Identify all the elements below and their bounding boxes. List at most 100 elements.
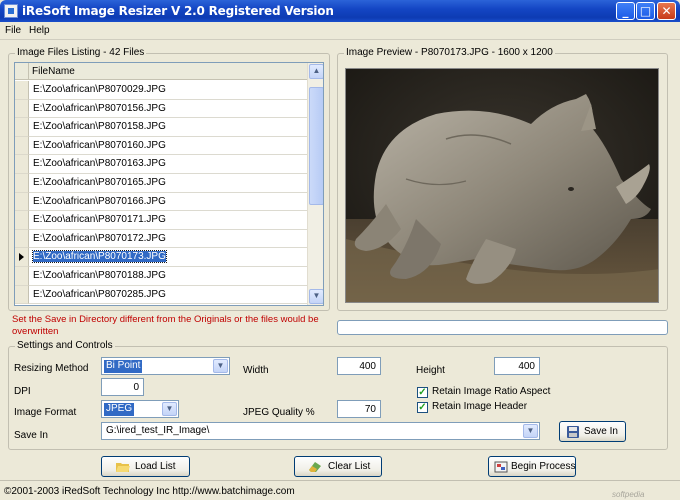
file-list-group-label: Image Files Listing - 42 Files <box>15 47 147 58</box>
chevron-down-icon[interactable]: ▼ <box>162 402 177 416</box>
filename-text: E:\Zoo\african\P8070173.JPG <box>32 250 167 264</box>
filename-cell[interactable]: E:\Zoo\african\P8070166.JPG <box>29 193 307 212</box>
filename-text: E:\Zoo\african\P8070029.JPG <box>33 84 166 95</box>
filename-text: E:\Zoo\african\P8070158.JPG <box>33 121 166 133</box>
retain-ratio-label: Retain Image Ratio Aspect <box>432 386 551 397</box>
chevron-down-icon[interactable]: ▼ <box>213 359 228 373</box>
image-preview <box>345 68 659 303</box>
width-label: Width <box>243 365 269 376</box>
list-scrollbar[interactable]: ▲ ▼ <box>307 63 323 305</box>
table-row[interactable]: E:\Zoo\african\P8070285.JPG <box>15 285 307 305</box>
jpeg-quality-field[interactable]: 70 <box>337 400 381 418</box>
table-row[interactable]: E:\Zoo\african\P8070029.JPG <box>15 81 307 100</box>
row-indicator[interactable] <box>15 155 29 174</box>
filename-cell[interactable]: E:\Zoo\african\P8070188.JPG <box>29 267 307 286</box>
filename-text: E:\Zoo\african\P8070165.JPG <box>33 176 166 188</box>
load-list-label: Load List <box>135 461 176 472</box>
scroll-down-icon[interactable]: ▼ <box>309 289 323 304</box>
folder-open-icon <box>116 463 130 472</box>
window-title: iReSoft Image Resizer V 2.0 Registered V… <box>22 4 334 18</box>
filename-cell[interactable]: E:\Zoo\african\P8070156.JPG <box>29 100 307 119</box>
scroll-up-icon[interactable]: ▲ <box>309 64 323 79</box>
row-indicator[interactable] <box>15 211 29 230</box>
save-in-value: G:\ired_test_IR_Image\ <box>106 425 210 436</box>
minimize-button[interactable]: _ <box>616 2 635 20</box>
watermark: softpedia <box>612 490 645 499</box>
menu-file[interactable]: File <box>5 25 21 36</box>
filename-text: E:\Zoo\african\P8070156.JPG <box>33 102 166 114</box>
row-pointer-icon <box>19 253 24 262</box>
image-format-select[interactable]: JPEG ▼ <box>101 400 179 418</box>
filename-cell[interactable]: E:\Zoo\african\P8070173.JPG <box>29 248 307 267</box>
load-list-button[interactable]: Load List <box>101 456 190 477</box>
row-indicator[interactable] <box>15 229 29 249</box>
table-row[interactable]: E:\Zoo\african\P8070171.JPG <box>15 211 307 230</box>
filename-cell[interactable]: E:\Zoo\african\P8070172.JPG <box>29 230 307 249</box>
clear-list-button[interactable]: Clear List <box>294 456 382 477</box>
image-format-value: JPEG <box>104 403 135 416</box>
width-field[interactable]: 400 <box>337 357 381 375</box>
table-row[interactable]: E:\Zoo\african\P8070158.JPG <box>15 118 307 137</box>
row-indicator[interactable] <box>15 99 29 119</box>
filename-cell[interactable]: E:\Zoo\african\P8070165.JPG <box>29 174 307 193</box>
table-row[interactable]: E:\Zoo\african\P8070163.JPG <box>15 155 307 174</box>
process-gear-icon <box>494 461 508 473</box>
table-row[interactable]: E:\Zoo\african\P8070156.JPG <box>15 99 307 119</box>
floppy-disk-icon <box>567 426 579 438</box>
filename-text: E:\Zoo\african\P8070172.JPG <box>33 232 166 244</box>
filename-cell[interactable]: E:\Zoo\african\P8070285.JPG <box>29 286 307 305</box>
retain-header-checkbox[interactable]: ✓ <box>417 402 428 413</box>
resizing-method-value: Bi Point <box>104 360 143 373</box>
row-indicator[interactable] <box>15 192 29 212</box>
filename-text: E:\Zoo\african\P8070188.JPG <box>33 269 166 281</box>
close-button[interactable]: ✕ <box>657 2 676 20</box>
maximize-button[interactable]: □ <box>636 2 655 20</box>
chevron-down-icon[interactable]: ▼ <box>523 424 538 438</box>
resizing-method-select[interactable]: Bi Point ▼ <box>101 357 230 375</box>
image-format-label: Image Format <box>14 407 77 418</box>
resizing-method-label: Resizing Method <box>14 363 89 374</box>
filename-cell[interactable]: E:\Zoo\african\P8070160.JPG <box>29 137 307 156</box>
menu-help[interactable]: Help <box>29 25 50 36</box>
scroll-thumb[interactable] <box>309 87 323 205</box>
save-in-select[interactable]: G:\ired_test_IR_Image\ ▼ <box>101 422 540 440</box>
row-indicator[interactable] <box>15 248 29 267</box>
settings-group-label: Settings and Controls <box>15 340 115 351</box>
filename-cell[interactable]: E:\Zoo\african\P8070029.JPG <box>29 81 307 100</box>
row-indicator[interactable] <box>15 136 29 156</box>
filename-cell[interactable]: E:\Zoo\african\P8070158.JPG <box>29 118 307 137</box>
save-in-button[interactable]: Save In <box>559 421 626 442</box>
table-row[interactable]: E:\Zoo\african\P8070172.JPG <box>15 229 307 249</box>
column-header-filename[interactable]: FileName <box>32 66 75 77</box>
row-indicator[interactable] <box>15 81 29 100</box>
retain-ratio-checkbox[interactable]: ✓ <box>417 387 428 398</box>
table-row[interactable]: E:\Zoo\african\P8070166.JPG <box>15 192 307 212</box>
list-rows: E:\Zoo\african\P8070029.JPG E:\Zoo\africa… <box>15 81 307 305</box>
height-field[interactable]: 400 <box>494 357 540 375</box>
table-row[interactable]: E:\Zoo\african\P8070160.JPG <box>15 136 307 156</box>
clear-list-label: Clear List <box>328 461 371 472</box>
filename-cell[interactable]: E:\Zoo\african\P8070171.JPG <box>29 211 307 230</box>
list-header-indicator <box>15 63 29 80</box>
file-list[interactable]: FileName E:\Zoo\african\P8070029.JPG E:\Z… <box>14 62 324 306</box>
filename-cell[interactable]: E:\Zoo\african\P8070163.JPG <box>29 155 307 174</box>
row-indicator[interactable] <box>15 285 29 305</box>
begin-process-button[interactable]: Begin Process <box>488 456 576 477</box>
overwrite-warning: Set the Save in Directory different from… <box>12 314 319 337</box>
retain-header-label: Retain Image Header <box>432 401 528 412</box>
save-in-label: Save In <box>14 430 48 441</box>
dpi-field[interactable]: 0 <box>101 378 144 396</box>
filename-text: E:\Zoo\african\P8070171.JPG <box>33 214 166 226</box>
row-indicator[interactable] <box>15 173 29 193</box>
jpeg-quality-label: JPEG Quality % <box>243 407 315 418</box>
filename-text: E:\Zoo\african\P8070166.JPG <box>33 195 166 207</box>
filename-text: E:\Zoo\african\P8070285.JPG <box>33 288 166 300</box>
table-row[interactable]: E:\Zoo\african\P8070188.JPG <box>15 266 307 286</box>
row-indicator[interactable] <box>15 118 29 137</box>
save-in-button-label: Save In <box>584 426 618 437</box>
preview-group-label: Image Preview - P8070173.JPG - 1600 x 12… <box>344 47 555 58</box>
progress-bar <box>337 320 668 335</box>
table-row[interactable]: E:\Zoo\african\P8070173.JPG <box>15 248 307 267</box>
row-indicator[interactable] <box>15 266 29 286</box>
table-row[interactable]: E:\Zoo\african\P8070165.JPG <box>15 173 307 193</box>
